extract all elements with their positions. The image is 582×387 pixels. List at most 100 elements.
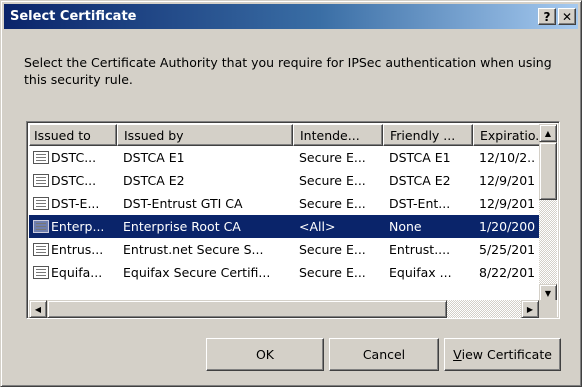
column-header-expiration[interactable]: Expiratio. xyxy=(473,124,541,146)
cell-text: Secure E... xyxy=(299,173,366,188)
cell-text: DSTC... xyxy=(51,173,97,188)
certificate-icon xyxy=(33,174,49,187)
select-certificate-dialog: Select Certificate ? ✕ Select the Certif… xyxy=(0,0,582,387)
column-header-issued-by[interactable]: Issued by xyxy=(117,124,293,146)
table-cell-expiration: 5/25/201 xyxy=(473,238,541,261)
table-row[interactable]: DSTC... DSTCA E1 Secure E... DSTCA E1 12/10/… xyxy=(29,146,541,169)
scrollbar-corner xyxy=(539,300,557,318)
cell-text: 12/9/201 xyxy=(479,173,536,188)
table-cell-friendly: None xyxy=(383,215,473,238)
table-cell-expiration: 1/20/200 xyxy=(473,215,541,238)
table-cell-intended: <All> xyxy=(293,215,383,238)
cell-text: <All> xyxy=(299,219,336,234)
table-cell-issued-by: Entrust.net Secure S... xyxy=(117,238,293,261)
arrow-up-icon: ▲ xyxy=(544,128,552,138)
table-cell-friendly: DSTCA E2 xyxy=(383,169,473,192)
close-icon: ✕ xyxy=(561,9,573,24)
table-cell-issued-to: DST-E... xyxy=(29,192,117,215)
table-cell-issued-by: DSTCA E1 xyxy=(117,146,293,169)
arrow-down-icon: ▼ xyxy=(544,288,552,298)
arrow-right-icon: ▶ xyxy=(526,304,534,314)
cell-text: Secure E... xyxy=(299,242,366,257)
horizontal-scrollbar[interactable]: ◀ ▶ xyxy=(29,300,539,318)
table-cell-issued-by: DSTCA E2 xyxy=(117,169,293,192)
certificate-icon xyxy=(33,266,49,279)
table-cell-expiration: 12/9/201 xyxy=(473,192,541,215)
cell-text: DSTCA E1 xyxy=(389,150,451,165)
view-label-rest: iew Certificate xyxy=(461,347,552,362)
table-cell-friendly: Entrust.... xyxy=(383,238,473,261)
table-cell-issued-to: Equifa... xyxy=(29,261,117,284)
window-title: Select Certificate xyxy=(10,9,137,24)
close-button[interactable]: ✕ xyxy=(558,8,576,25)
ok-button[interactable]: OK xyxy=(206,338,324,371)
vertical-scroll-thumb[interactable] xyxy=(539,142,557,200)
column-header-intended-purposes[interactable]: Intende... xyxy=(293,124,383,146)
table-row[interactable]: DST-E... DST-Entrust GTI CA Secure E... DST… xyxy=(29,192,541,215)
cell-text: Entrust.... xyxy=(389,242,451,257)
cell-text: None xyxy=(389,219,422,234)
table-cell-intended: Secure E... xyxy=(293,192,383,215)
table-cell-friendly: DSTCA E1 xyxy=(383,146,473,169)
scroll-left-button[interactable]: ◀ xyxy=(29,300,47,318)
cell-text: Equifax Secure Certifi... xyxy=(123,265,271,280)
help-button[interactable]: ? xyxy=(538,8,556,25)
cell-text: Equifax ... xyxy=(389,265,452,280)
cell-text: DSTCA E2 xyxy=(123,173,185,188)
cell-text: 8/22/201 xyxy=(479,265,536,280)
table-cell-intended: Secure E... xyxy=(293,169,383,192)
certificate-icon xyxy=(33,243,49,256)
table-cell-issued-to: Enterp... xyxy=(29,215,117,238)
table-cell-issued-to: DSTC... xyxy=(29,146,117,169)
cell-text: Entrus... xyxy=(51,242,104,257)
column-header-issued-to[interactable]: Issued to xyxy=(29,124,117,146)
vertical-scrollbar[interactable]: ▲ ▼ xyxy=(539,124,557,302)
cell-text: Secure E... xyxy=(299,150,366,165)
cell-text: DST-Ent... xyxy=(389,196,451,211)
cell-text: 5/25/201 xyxy=(479,242,536,257)
cell-text: Secure E... xyxy=(299,196,366,211)
table-cell-expiration: 12/10/2.. xyxy=(473,146,541,169)
horizontal-scroll-thumb[interactable] xyxy=(47,300,447,318)
title-bar[interactable]: Select Certificate ? ✕ xyxy=(4,4,578,29)
question-mark-icon: ? xyxy=(543,9,551,24)
column-header-friendly-name[interactable]: Friendly ... xyxy=(383,124,473,146)
table-cell-friendly: Equifax ... xyxy=(383,261,473,284)
scroll-up-button[interactable]: ▲ xyxy=(539,124,557,142)
table-row[interactable]: DSTC... DSTCA E2 Secure E... DSTCA E2 12/9/2… xyxy=(29,169,541,192)
table-cell-expiration: 12/9/201 xyxy=(473,169,541,192)
cancel-button[interactable]: Cancel xyxy=(329,338,439,371)
cell-text: DST-E... xyxy=(51,196,100,211)
instruction-text: Select the Certificate Authority that yo… xyxy=(24,55,552,87)
table-row[interactable]: Entrus... Entrust.net Secure S... Secure E… xyxy=(29,238,541,261)
cell-text: Entrust.net Secure S... xyxy=(123,242,264,257)
cell-text: 12/9/201 xyxy=(479,196,536,211)
cell-text: DST-Entrust GTI CA xyxy=(123,196,243,211)
certificate-icon xyxy=(33,220,49,233)
table-cell-issued-to: DSTC... xyxy=(29,169,117,192)
table-cell-issued-to: Entrus... xyxy=(29,238,117,261)
table-row[interactable]: Equifa... Equifax Secure Certifi... Secure… xyxy=(29,261,541,284)
cell-text: 12/10/2.. xyxy=(479,150,536,165)
cell-text: DSTCA E1 xyxy=(123,150,185,165)
table-cell-intended: Secure E... xyxy=(293,261,383,284)
arrow-left-icon: ◀ xyxy=(34,304,42,314)
cell-text: Enterprise Root CA xyxy=(123,219,241,234)
scroll-right-button[interactable]: ▶ xyxy=(521,300,539,318)
certificate-list[interactable]: Issued to Issued by Intende... Friendly … xyxy=(26,121,560,319)
table-cell-friendly: DST-Ent... xyxy=(383,192,473,215)
table-cell-intended: Secure E... xyxy=(293,146,383,169)
certificate-icon xyxy=(33,151,49,164)
list-header: Issued to Issued by Intende... Friendly … xyxy=(29,124,541,146)
cell-text: Equifa... xyxy=(51,265,103,280)
certificate-icon xyxy=(33,197,49,210)
cell-text: DSTC... xyxy=(51,150,97,165)
table-row[interactable]: Enterp... Enterprise Root CA <All> None 1/20… xyxy=(29,215,541,238)
cell-text: Secure E... xyxy=(299,265,366,280)
view-mnemonic: V xyxy=(453,347,462,362)
view-certificate-button[interactable]: View Certificate xyxy=(444,338,561,371)
cell-text: Enterp... xyxy=(51,219,105,234)
list-rows: DSTC... DSTCA E1 Secure E... DSTCA E1 12/10/… xyxy=(29,146,541,284)
cell-text: 1/20/200 xyxy=(479,219,536,234)
table-cell-issued-by: Equifax Secure Certifi... xyxy=(117,261,293,284)
